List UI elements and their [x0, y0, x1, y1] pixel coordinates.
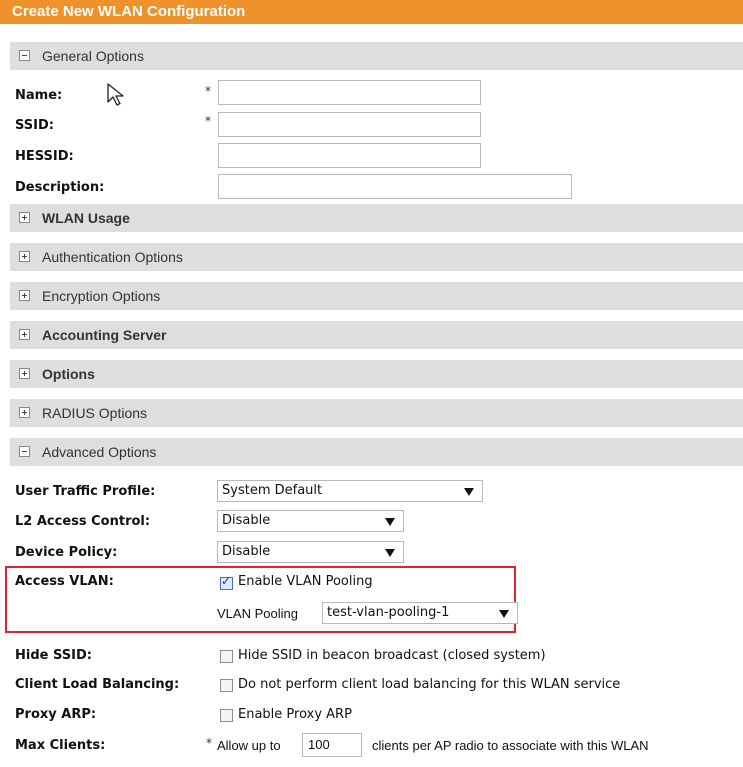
select-value: System Default: [222, 483, 323, 498]
vlan-pooling-select[interactable]: test-vlan-pooling-1: [322, 602, 518, 624]
section-radius-options[interactable]: RADIUS Options: [10, 399, 743, 427]
mouse-pointer-icon: [107, 83, 124, 106]
name-field[interactable]: [218, 80, 481, 105]
section-wlan-usage[interactable]: WLAN Usage: [10, 204, 743, 232]
hessid-label: HESSID:: [15, 149, 74, 164]
section-options[interactable]: Options: [10, 360, 743, 388]
section-label: Accounting Server: [42, 327, 167, 343]
enable-vlan-pooling-label: Enable VLAN Pooling: [238, 574, 373, 589]
required-marker: *: [205, 114, 211, 128]
select-value: Disable: [222, 544, 271, 559]
select-value: test-vlan-pooling-1: [327, 605, 450, 620]
section-label: General Options: [42, 48, 144, 64]
section-label: Options: [42, 366, 95, 382]
ssid-label: SSID:: [15, 118, 54, 133]
section-label: RADIUS Options: [42, 405, 148, 421]
enable-vlan-pooling-checkbox[interactable]: [220, 574, 233, 590]
client-load-balancing-text: Do not perform client load balancing for…: [238, 677, 621, 692]
section-general-options[interactable]: General Options: [10, 42, 743, 70]
max-clients-prefix: Allow up to: [217, 738, 281, 753]
max-clients-suffix: clients per AP radio to associate with t…: [372, 738, 649, 753]
chevron-down-icon: [385, 549, 395, 557]
plus-square-icon[interactable]: [19, 290, 30, 301]
section-accounting-server[interactable]: Accounting Server: [10, 321, 743, 349]
select-value: Disable: [222, 513, 271, 528]
client-load-balancing-checkbox[interactable]: [220, 679, 233, 692]
description-field[interactable]: [218, 174, 572, 199]
section-encryption-options[interactable]: Encryption Options: [10, 282, 743, 310]
vlan-pooling-label: VLAN Pooling: [217, 606, 298, 621]
access-vlan-label: Access VLAN:: [15, 574, 114, 589]
plus-square-icon[interactable]: [19, 407, 30, 418]
section-label: Advanced Options: [42, 444, 157, 460]
ssid-field[interactable]: [218, 112, 481, 137]
section-advanced-options[interactable]: Advanced Options: [10, 438, 743, 466]
user-traffic-profile-label: User Traffic Profile:: [15, 484, 156, 499]
minus-square-icon[interactable]: [19, 446, 30, 457]
proxy-arp-label: Proxy ARP:: [15, 707, 97, 722]
minus-square-icon[interactable]: [19, 50, 30, 61]
plus-square-icon[interactable]: [19, 329, 30, 340]
required-marker: *: [206, 736, 212, 750]
required-marker: *: [205, 84, 211, 98]
description-label: Description:: [15, 180, 105, 195]
plus-square-icon[interactable]: [19, 368, 30, 379]
max-clients-input[interactable]: 100: [302, 733, 362, 757]
name-label: Name:: [15, 88, 63, 103]
section-label: Authentication Options: [42, 249, 183, 265]
l2-access-control-select[interactable]: Disable: [217, 510, 404, 532]
section-authentication-options[interactable]: Authentication Options: [10, 243, 743, 271]
device-policy-select[interactable]: Disable: [217, 541, 404, 563]
section-label: WLAN Usage: [42, 210, 130, 226]
hessid-field[interactable]: [218, 143, 481, 168]
user-traffic-profile-select[interactable]: System Default: [217, 480, 483, 502]
hide-ssid-checkbox[interactable]: [220, 650, 233, 663]
window-title: Create New WLAN Configuration: [0, 0, 743, 24]
max-clients-label: Max Clients:: [15, 738, 106, 753]
device-policy-label: Device Policy:: [15, 545, 118, 560]
plus-square-icon[interactable]: [19, 212, 30, 223]
plus-square-icon[interactable]: [19, 251, 30, 262]
client-load-balancing-label: Client Load Balancing:: [15, 677, 180, 692]
proxy-arp-checkbox[interactable]: [220, 709, 233, 722]
chevron-down-icon: [464, 488, 474, 496]
chevron-down-icon: [499, 610, 509, 618]
l2-access-control-label: L2 Access Control:: [15, 514, 151, 529]
hide-ssid-label: Hide SSID:: [15, 648, 92, 663]
chevron-down-icon: [385, 518, 395, 526]
section-label: Encryption Options: [42, 288, 161, 304]
hide-ssid-text: Hide SSID in beacon broadcast (closed sy…: [238, 648, 546, 663]
proxy-arp-text: Enable Proxy ARP: [238, 707, 352, 722]
